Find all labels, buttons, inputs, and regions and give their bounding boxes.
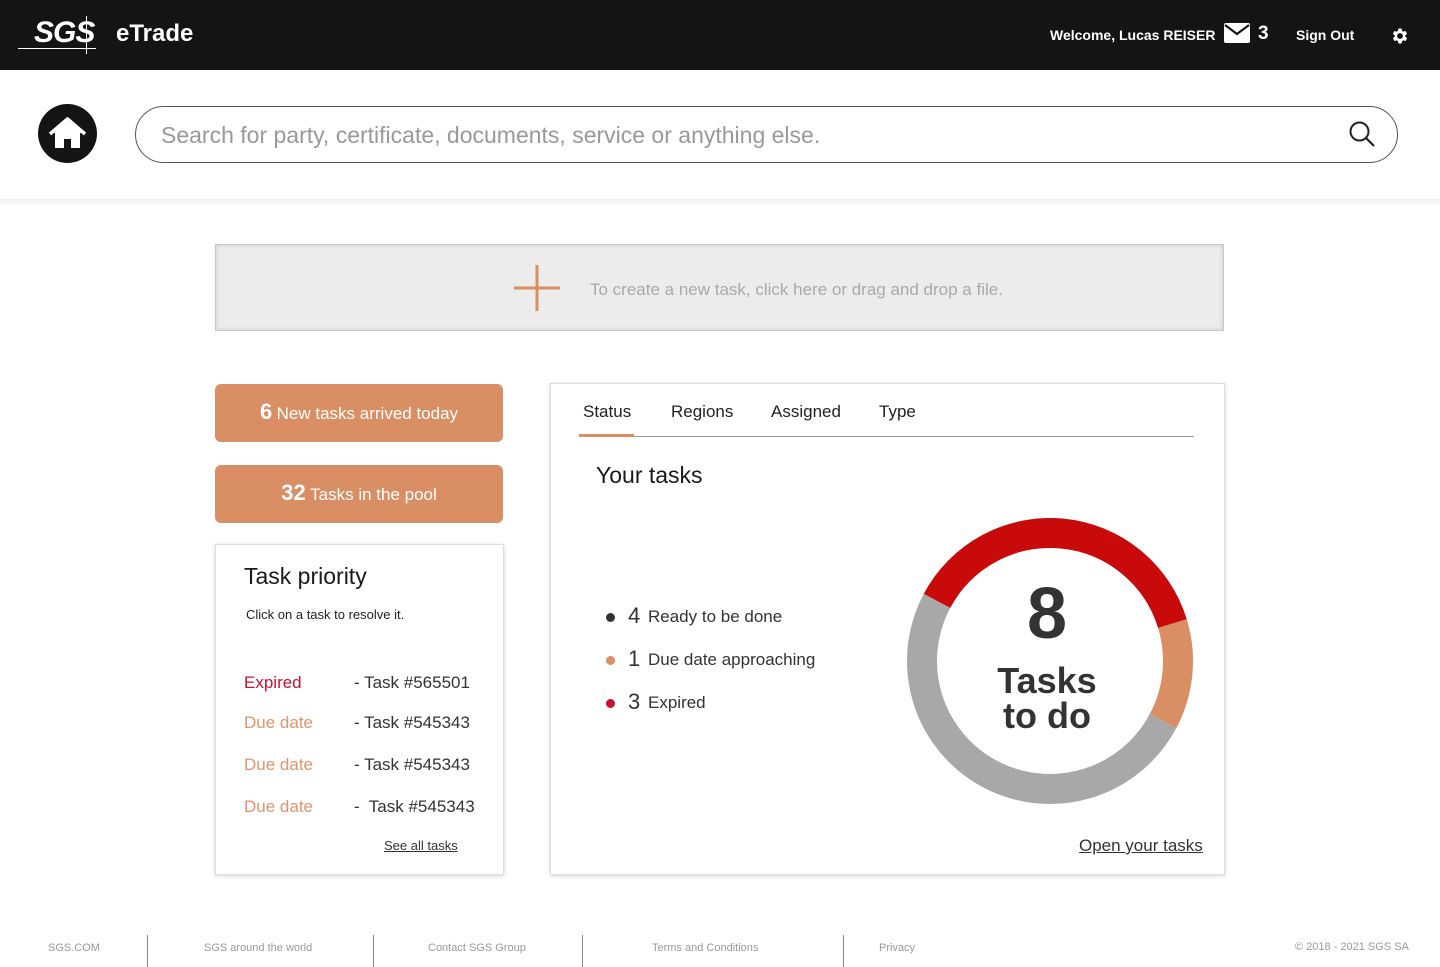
priority-row[interactable]: Expired - Task #565501 — [244, 673, 494, 697]
footer: SGS.COM SGS around the world Contact SGS… — [0, 925, 1440, 967]
sgs-logo[interactable]: SGS — [18, 14, 100, 56]
legend-label: Ready to be done — [648, 607, 783, 626]
footer-link-sgs-com[interactable]: SGS.COM — [48, 942, 100, 954]
your-tasks-title: Your tasks — [596, 462, 703, 488]
legend-count: 4 — [628, 603, 641, 628]
new-tasks-button[interactable]: 6 New tasks arrived today — [215, 384, 503, 442]
create-task-dropzone[interactable]: To create a new task, click here or drag… — [215, 244, 1224, 331]
legend-label: Expired — [648, 693, 706, 712]
priority-row[interactable]: Due date - Task #545343 — [244, 797, 494, 821]
donut-total: 8 — [1027, 574, 1067, 654]
priority-status: Expired — [244, 673, 302, 692]
active-tab-indicator — [579, 434, 634, 437]
donut-segment-due-date-approaching — [1149, 619, 1193, 729]
tab-assigned[interactable]: Assigned — [771, 402, 841, 422]
search-input[interactable] — [161, 119, 1311, 151]
footer-divider — [373, 935, 374, 967]
pool-tasks-button[interactable]: 32 Tasks in the pool — [215, 465, 503, 523]
task-priority-card: Task priority Click on a task to resolve… — [215, 544, 504, 875]
footer-link-terms[interactable]: Terms and Conditions — [652, 942, 758, 954]
search-box — [135, 106, 1398, 163]
tasks-donut-chart: 8 Tasks to do — [907, 518, 1193, 804]
home-button[interactable] — [38, 104, 97, 163]
legend-dot — [606, 613, 615, 622]
priority-status: Due date — [244, 755, 313, 774]
priority-status: Due date — [244, 713, 313, 732]
priority-task: - Task #545343 — [354, 797, 475, 816]
see-all-tasks-link[interactable]: See all tasks — [384, 838, 458, 853]
new-tasks-count: 6 — [259, 399, 273, 424]
tab-status[interactable]: Status — [583, 402, 631, 422]
new-tasks-label: New tasks arrived today — [276, 404, 459, 423]
legend-label: Due date approaching — [648, 650, 816, 669]
app-title: eTrade — [116, 20, 194, 47]
priority-row[interactable]: Due date - Task #545343 — [244, 713, 494, 737]
copyright: © 2018 - 2021 SGS SA — [1295, 941, 1409, 953]
your-tasks-card: Status Regions Assigned Type Your tasks … — [550, 383, 1225, 875]
footer-divider — [843, 935, 844, 967]
tab-regions[interactable]: Regions — [671, 402, 733, 422]
sign-out-link[interactable]: Sign Out — [1296, 27, 1354, 43]
priority-task: - Task #545343 — [354, 755, 470, 774]
footer-link-privacy[interactable]: Privacy — [879, 942, 915, 954]
footer-divider — [147, 935, 148, 967]
open-your-tasks-link[interactable]: Open your tasks — [1079, 836, 1203, 856]
search-icon[interactable] — [1348, 120, 1376, 148]
priority-row[interactable]: Due date - Task #545343 — [244, 755, 494, 779]
logo-line — [18, 48, 96, 49]
create-task-text: To create a new task, click here or drag… — [590, 280, 1003, 299]
pool-tasks-count: 32 — [281, 480, 306, 505]
home-icon — [48, 117, 87, 148]
footer-divider — [582, 935, 583, 967]
priority-title: Task priority — [244, 563, 367, 589]
footer-link-around-world[interactable]: SGS around the world — [204, 942, 312, 954]
priority-status: Due date — [244, 797, 313, 816]
pool-tasks-label: Tasks in the pool — [310, 485, 437, 504]
tab-type[interactable]: Type — [879, 402, 916, 422]
mail-icon[interactable] — [1224, 23, 1250, 43]
priority-task: - Task #545343 — [354, 713, 470, 732]
tab-bar: Status Regions Assigned Type — [579, 402, 1194, 437]
legend-dot — [606, 656, 615, 665]
gear-icon[interactable] — [1390, 26, 1410, 46]
welcome-text: Welcome, Lucas REISER — [1050, 27, 1216, 43]
mail-count-badge[interactable]: 3 — [1258, 23, 1269, 45]
search-band — [0, 70, 1440, 199]
top-bar: SGS eTrade Welcome, Lucas REISER 3 Sign … — [0, 0, 1440, 70]
logo-line — [86, 16, 87, 54]
legend-count: 3 — [628, 689, 641, 714]
priority-task: - Task #565501 — [354, 673, 470, 692]
footer-link-contact[interactable]: Contact SGS Group — [428, 942, 526, 954]
priority-subtitle: Click on a task to resolve it. — [246, 607, 405, 622]
legend-count: 1 — [628, 646, 641, 671]
donut-label-line2: to do — [1003, 695, 1091, 736]
plus-icon — [514, 265, 560, 311]
legend-dot — [606, 699, 615, 708]
